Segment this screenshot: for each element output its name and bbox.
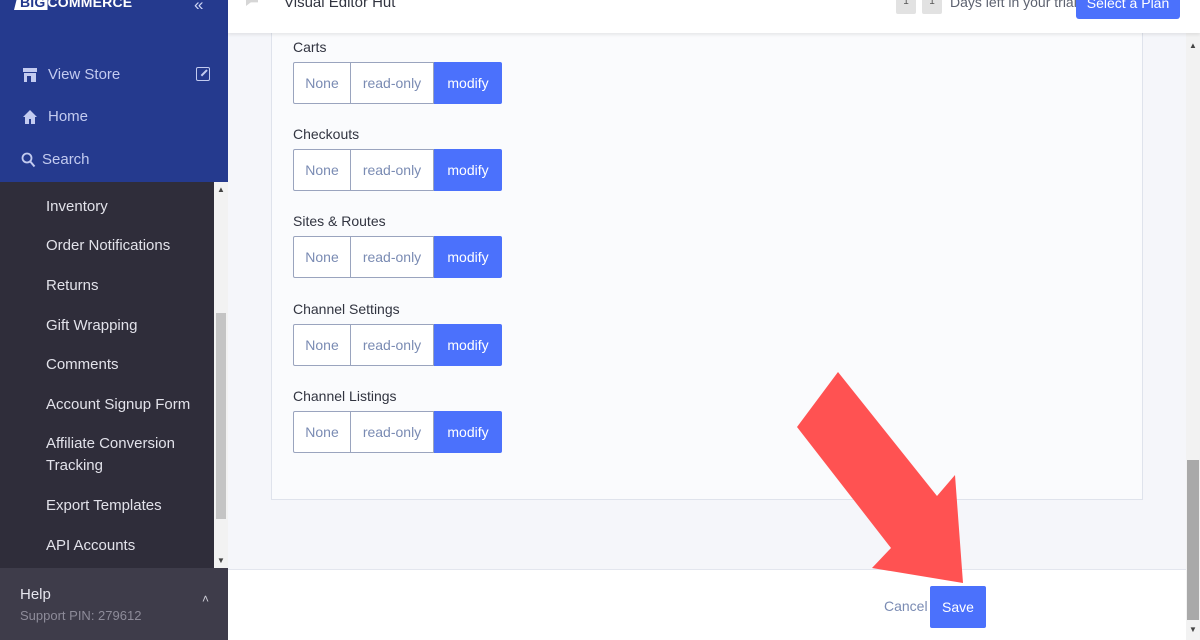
- scroll-down-arrow-icon[interactable]: ▼: [217, 556, 225, 565]
- sidebar-item-account-signup-form[interactable]: Account Signup Form: [46, 394, 206, 416]
- permission-label: Sites & Routes: [293, 213, 386, 229]
- select-plan-button[interactable]: Select a Plan: [1076, 0, 1180, 19]
- top-header: Visual Editor Hut 1 1 Days left in your …: [228, 0, 1200, 33]
- permission-channel-settings: Channel Settings None read-only modify: [293, 299, 502, 366]
- sidebar-item-comments[interactable]: Comments: [46, 354, 206, 376]
- option-none[interactable]: None: [293, 236, 351, 278]
- option-modify-selected[interactable]: modify: [434, 149, 502, 191]
- permission-toggle: None read-only modify: [293, 324, 502, 366]
- home-icon: [20, 109, 40, 125]
- collapse-sidebar-button[interactable]: «: [194, 0, 203, 15]
- scroll-down-arrow-icon[interactable]: ▼: [1189, 625, 1197, 634]
- trial-days-digit: 1: [922, 0, 942, 14]
- chevron-up-icon[interactable]: ˄: [202, 592, 209, 606]
- permission-sites-routes: Sites & Routes None read-only modify: [293, 211, 502, 278]
- permission-label: Carts: [293, 39, 327, 55]
- permission-checkouts: Checkouts None read-only modify: [293, 124, 502, 191]
- annotation-arrow-icon: [797, 372, 963, 583]
- permission-label: Checkouts: [293, 126, 360, 142]
- permission-channel-listings: Channel Listings None read-only modify: [293, 386, 502, 453]
- bigcommerce-logo[interactable]: BIG COMMERCE: [14, 0, 132, 10]
- trial-days-digit: 1: [896, 0, 916, 14]
- option-none[interactable]: None: [293, 149, 351, 191]
- sidebar-item-order-notifications[interactable]: Order Notifications: [46, 235, 206, 257]
- sidebar-nav-list: Inventory Order Notifications Returns Gi…: [0, 182, 214, 568]
- sidebar: BIG COMMERCE « View Store Home Search Inv…: [0, 0, 228, 640]
- sidebar-item-view-store[interactable]: View Store: [20, 66, 120, 83]
- permission-toggle: None read-only modify: [293, 236, 502, 278]
- option-read-only[interactable]: read-only: [351, 149, 434, 191]
- sidebar-item-affiliate-conversion-tracking[interactable]: Affiliate Conversion Tracking: [46, 433, 206, 477]
- sidebar-item-gift-wrapping[interactable]: Gift Wrapping: [46, 315, 206, 337]
- sidebar-scrollbar-thumb[interactable]: [216, 313, 226, 519]
- permissions-card: Carts None read-only modify Checkouts No…: [271, 23, 1143, 500]
- sidebar-scrollbar[interactable]: ▲ ▼: [214, 182, 228, 568]
- permission-toggle: None read-only modify: [293, 149, 502, 191]
- cancel-button[interactable]: Cancel: [884, 598, 928, 614]
- permission-label: Channel Listings: [293, 388, 397, 404]
- sidebar-item-inventory[interactable]: Inventory: [46, 196, 206, 218]
- sidebar-header: BIG COMMERCE « View Store Home Search: [0, 0, 228, 182]
- page-scrollbar-thumb[interactable]: [1187, 460, 1199, 620]
- option-modify-selected[interactable]: modify: [434, 62, 502, 104]
- permission-toggle: None read-only modify: [293, 62, 502, 104]
- form-footer: Cancel Save: [228, 569, 1186, 640]
- option-modify-selected[interactable]: modify: [434, 236, 502, 278]
- option-modify-selected[interactable]: modify: [434, 411, 502, 453]
- help-title: Help: [20, 586, 51, 603]
- option-read-only[interactable]: read-only: [351, 324, 434, 366]
- permission-label: Channel Settings: [293, 301, 400, 317]
- sidebar-item-api-accounts[interactable]: API Accounts: [46, 535, 206, 557]
- permission-toggle: None read-only modify: [293, 411, 502, 453]
- option-read-only[interactable]: read-only: [351, 411, 434, 453]
- option-read-only[interactable]: read-only: [351, 62, 434, 104]
- sidebar-item-returns[interactable]: Returns: [46, 275, 206, 297]
- sidebar-item-home[interactable]: Home: [20, 108, 88, 125]
- search-icon: [20, 152, 36, 168]
- sidebar-item-search[interactable]: Search: [20, 151, 90, 168]
- page-scrollbar[interactable]: ▲ ▼: [1186, 33, 1200, 640]
- trial-text: Days left in your trial.: [950, 0, 1081, 10]
- option-none[interactable]: None: [293, 324, 351, 366]
- store-name: Visual Editor Hut: [284, 0, 396, 11]
- permission-carts: Carts None read-only modify: [293, 37, 502, 104]
- scroll-up-arrow-icon[interactable]: ▲: [1189, 41, 1197, 50]
- help-panel[interactable]: Help Support PIN: 279612 ˄: [0, 568, 228, 640]
- store-flag-icon: [246, 0, 258, 6]
- store-icon: [20, 67, 40, 83]
- main-content: Carts None read-only modify Checkouts No…: [228, 23, 1186, 569]
- option-none[interactable]: None: [293, 62, 351, 104]
- scroll-up-arrow-icon[interactable]: ▲: [217, 185, 225, 194]
- external-link-icon[interactable]: [196, 67, 210, 81]
- option-read-only[interactable]: read-only: [351, 236, 434, 278]
- option-none[interactable]: None: [293, 411, 351, 453]
- option-modify-selected[interactable]: modify: [434, 324, 502, 366]
- support-pin: Support PIN: 279612: [20, 608, 142, 623]
- sidebar-item-export-templates[interactable]: Export Templates: [46, 495, 206, 517]
